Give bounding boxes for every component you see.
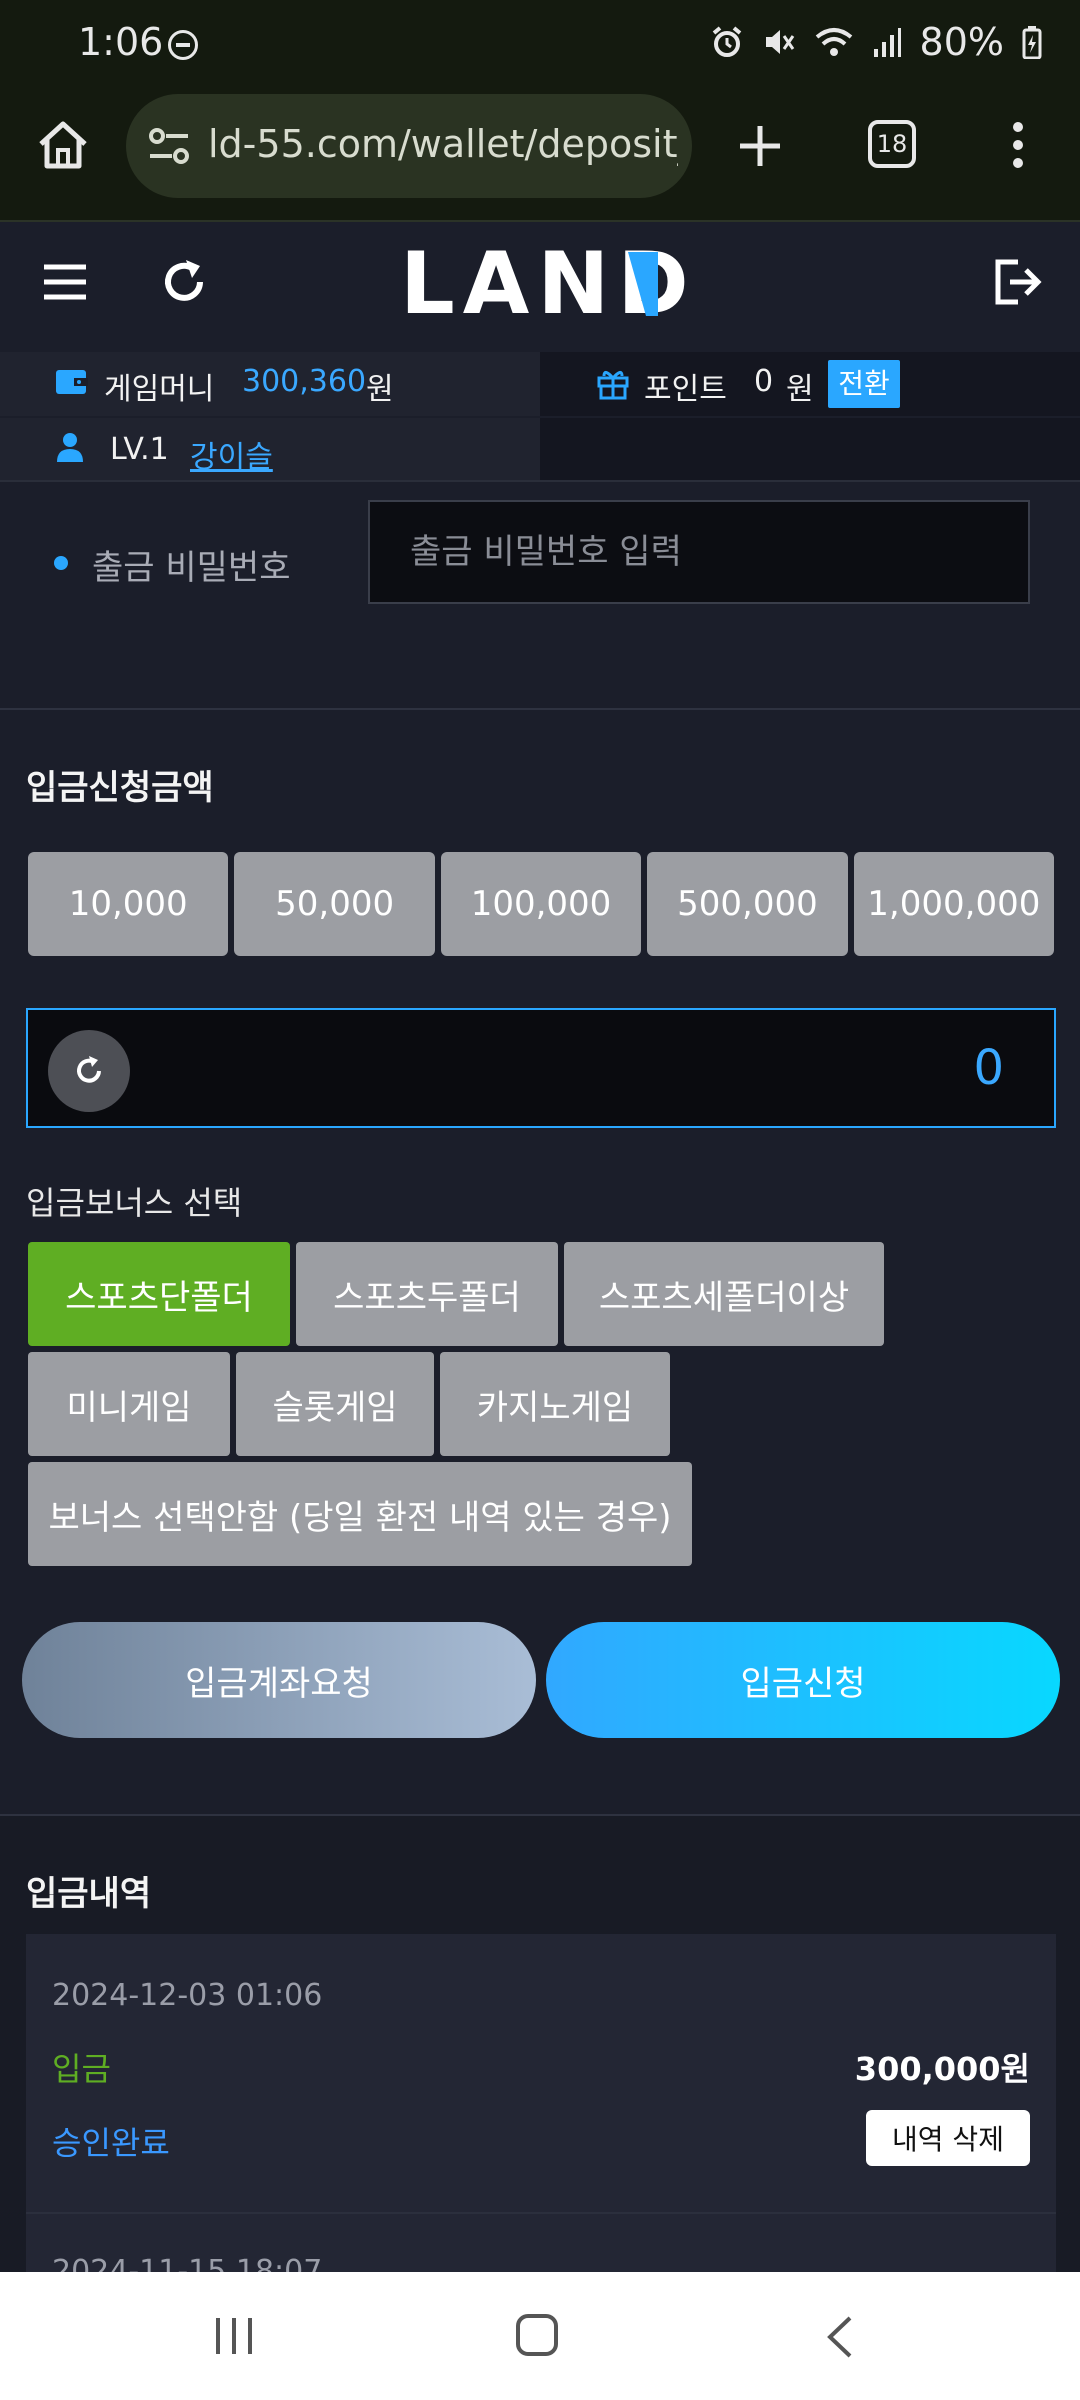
logout-icon[interactable] <box>992 258 1042 306</box>
reset-amount-button[interactable] <box>48 1030 130 1112</box>
history-status: 승인완료 <box>52 2124 170 2162</box>
wallet-icon <box>56 370 88 394</box>
submit-deposit-button[interactable]: 입금신청 <box>546 1622 1060 1738</box>
system-navigation-bar <box>0 2272 1080 2400</box>
game-money-cell: 게임머니 300,360 원 <box>0 352 540 416</box>
withdraw-password-input[interactable] <box>368 500 1030 604</box>
bonus-option-minigame[interactable]: 미니게임 <box>28 1352 230 1456</box>
status-icons: 80% <box>710 20 1042 64</box>
history-type: 입금 <box>52 2050 111 2088</box>
signal-icon <box>873 28 901 57</box>
history-list-item: 2024-11-15 18:07 <box>26 2212 1056 2272</box>
amount-button-50000[interactable]: 50,000 <box>234 852 435 956</box>
history-list-item: 2024-12-03 01:06 입금 300,000원 승인완료 내역 삭제 <box>26 1934 1056 2212</box>
gift-icon <box>597 371 629 400</box>
balance-row: 게임머니 300,360 원 포인트 0 원 전환 <box>0 352 1080 416</box>
history-date: 2024-11-15 18:07 <box>52 2254 323 2272</box>
quick-amount-buttons: 10,000 50,000 100,000 500,000 1,000,000 <box>28 852 1055 956</box>
deposit-amount-title: 입금신청금액 <box>26 768 214 808</box>
site-settings-icon[interactable] <box>148 126 190 166</box>
bullet-icon <box>54 556 68 570</box>
hamburger-menu-icon[interactable] <box>42 262 88 302</box>
address-bar[interactable]: ld-55.com/wallet/deposit_b <box>126 94 692 198</box>
user-icon <box>57 433 83 462</box>
battery-percent: 80% <box>919 20 1004 64</box>
deposit-amount-field[interactable]: 0 <box>26 1008 1056 1128</box>
bonus-option-none[interactable]: 보너스 선택안함 (당일 환전 내역 있는 경우) <box>28 1462 692 1566</box>
url-text: ld-55.com/wallet/deposit_b <box>208 122 678 166</box>
reset-icon <box>77 1056 101 1083</box>
mute-icon <box>765 30 794 54</box>
bonus-option-casino[interactable]: 카지노게임 <box>440 1352 670 1456</box>
do-not-disturb-icon <box>168 30 198 60</box>
browser-menu-icon[interactable] <box>1000 120 1036 170</box>
request-account-button[interactable]: 입금계좌요청 <box>22 1622 536 1738</box>
battery-icon <box>1022 26 1042 59</box>
bonus-selection-label: 입금보너스 선택 <box>26 1184 243 1222</box>
game-money-label: 게임머니 <box>104 372 215 407</box>
home-nav-icon[interactable] <box>516 2314 558 2356</box>
amount-button-1000000[interactable]: 1,000,000 <box>853 852 1055 956</box>
history-date: 2024-12-03 01:06 <box>52 1978 323 2013</box>
delete-history-button[interactable]: 내역 삭제 <box>866 2110 1030 2166</box>
game-money-value: 300,360 <box>242 364 367 399</box>
level-row: LV.1 강이슬 <box>0 418 1080 482</box>
point-value: 0 <box>754 364 774 399</box>
amount-button-100000[interactable]: 100,000 <box>440 852 642 956</box>
status-time: 1:06 <box>78 20 164 64</box>
bonus-option-sports-triple[interactable]: 스포츠세폴더이상 <box>564 1242 884 1346</box>
status-bar: 1:06 80% <box>0 0 1080 88</box>
recent-apps-icon[interactable] <box>212 2316 256 2356</box>
back-icon[interactable] <box>822 2314 856 2360</box>
convert-points-button[interactable]: 전환 <box>828 360 900 408</box>
amount-button-500000[interactable]: 500,000 <box>647 852 848 956</box>
withdraw-password-section: 출금 비밀번호 <box>0 484 1080 710</box>
browser-home-icon[interactable] <box>36 118 90 172</box>
deposit-history-title: 입금내역 <box>26 1874 152 1914</box>
history-amount: 300,000원 <box>854 2050 1030 2088</box>
point-label: 포인트 <box>644 372 727 407</box>
tab-switcher-button[interactable]: 18 <box>868 120 916 168</box>
point-unit: 원 <box>786 372 814 407</box>
deposit-amount-value: 0 <box>973 1040 1004 1096</box>
site-header: LAND <box>0 222 1080 356</box>
user-level: LV.1 <box>110 432 169 467</box>
wifi-icon <box>815 28 852 56</box>
username-link[interactable]: 강이슬 <box>190 432 273 476</box>
amount-button-10000[interactable]: 10,000 <box>28 852 229 956</box>
level-cell: LV.1 강이슬 <box>0 418 540 480</box>
browser-toolbar: ld-55.com/wallet/deposit_b 18 <box>0 88 1080 222</box>
game-money-unit: 원 <box>366 372 394 407</box>
bonus-option-slot[interactable]: 슬롯게임 <box>236 1352 434 1456</box>
bonus-option-sports-double[interactable]: 스포츠두폴더 <box>296 1242 558 1346</box>
refresh-icon[interactable] <box>158 256 210 308</box>
alarm-icon <box>712 26 741 57</box>
withdraw-password-label: 출금 비밀번호 <box>92 548 291 588</box>
bonus-option-sports-single[interactable]: 스포츠단폴더 <box>28 1242 290 1346</box>
new-tab-icon[interactable] <box>736 122 784 170</box>
